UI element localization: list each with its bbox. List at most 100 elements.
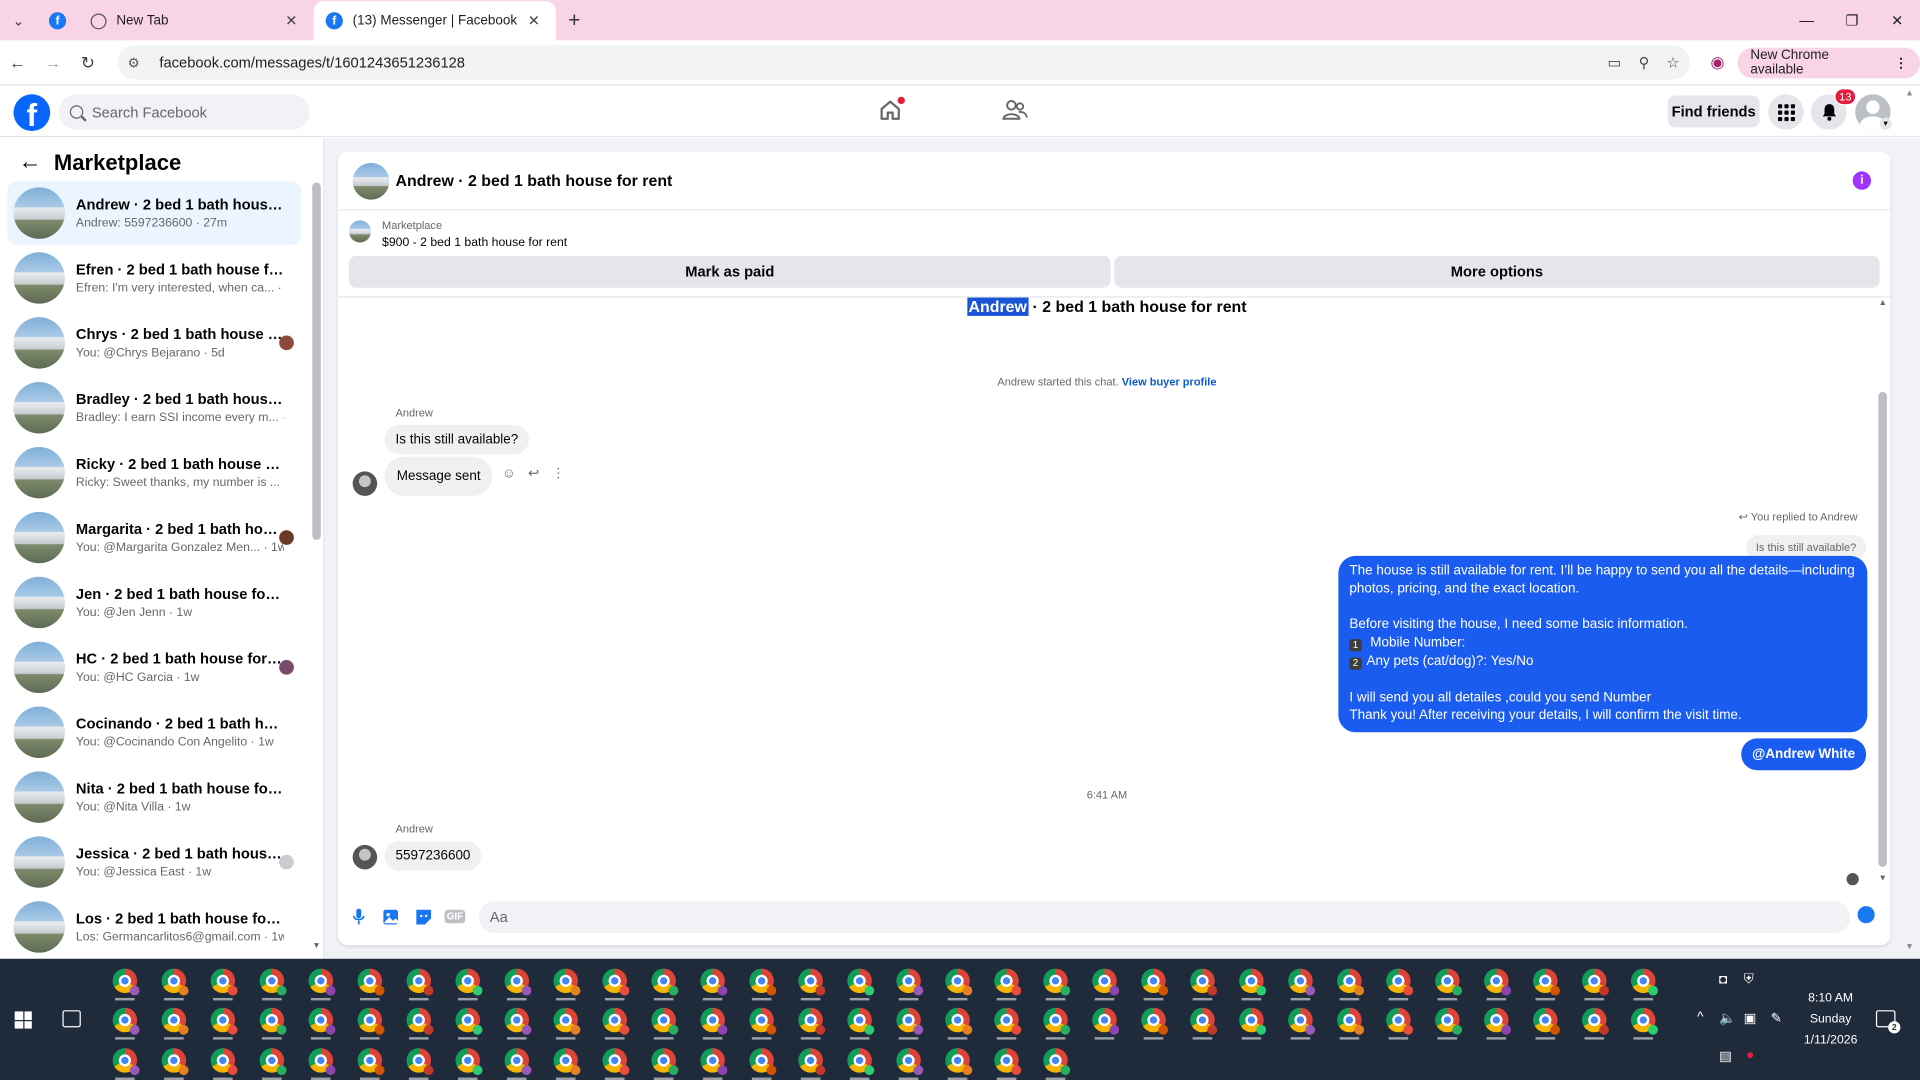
taskbar-chrome-window-icon[interactable] <box>1479 1003 1513 1040</box>
taskbar-chrome-window-icon[interactable] <box>402 1003 436 1040</box>
view-buyer-profile-link[interactable]: View buyer profile <box>1122 376 1217 388</box>
taskbar-chrome-window-icon[interactable] <box>598 1003 632 1040</box>
sticker-icon[interactable] <box>414 907 432 925</box>
taskbar-chrome-window-icon[interactable] <box>549 1003 583 1040</box>
restore-icon[interactable]: ❐ <box>1829 0 1874 40</box>
taskbar-chrome-window-icon[interactable] <box>206 964 240 1001</box>
taskbar-chrome-window-icon[interactable] <box>255 1043 289 1080</box>
taskbar-chrome-window-icon[interactable] <box>108 1043 142 1080</box>
bookmark-star-icon[interactable]: ☆ <box>1666 54 1679 71</box>
listing-price[interactable]: $900 - 2 bed 1 bath house for rent <box>382 236 567 249</box>
taskbar-chrome-window-icon[interactable] <box>500 964 534 1001</box>
taskbar-chrome-window-icon[interactable] <box>1577 1003 1611 1040</box>
listing-thumbnail[interactable] <box>352 162 390 199</box>
conversation-item[interactable]: Efren · 2 bed 1 bath house for rent Efre… <box>7 246 301 310</box>
tab-messenger[interactable]: f (13) Messenger | Facebook ✕ <box>313 1 556 41</box>
outgoing-message[interactable]: The house is still available for rent. I… <box>1338 555 1868 733</box>
pen-icon[interactable]: ✎ <box>1771 1010 1782 1026</box>
more-options-button[interactable]: More options <box>1114 255 1880 288</box>
photo-icon[interactable] <box>382 907 400 925</box>
pinned-facebook-tab[interactable]: f <box>37 1 79 40</box>
taskbar-chrome-window-icon[interactable] <box>744 1003 778 1040</box>
conversation-item[interactable]: Jen · 2 bed 1 bath house for rent You: @… <box>7 571 301 635</box>
taskbar-chrome-window-icon[interactable] <box>1234 964 1268 1001</box>
emoji-icon[interactable] <box>1857 906 1875 924</box>
chevron-up-icon[interactable]: ^ <box>1697 1010 1703 1025</box>
taskbar-chrome-window-icon[interactable] <box>1038 964 1072 1001</box>
taskbar-chrome-window-icon[interactable] <box>402 1043 436 1080</box>
taskbar-chrome-window-icon[interactable] <box>842 1003 876 1040</box>
scroll-down-arrow-icon[interactable]: ▼ <box>1878 874 1886 883</box>
incoming-message[interactable]: Message sent <box>384 456 493 496</box>
conversation-item[interactable]: Cocinando · 2 bed 1 bath house ... You: … <box>7 700 301 764</box>
taskbar-chrome-window-icon[interactable] <box>500 1003 534 1040</box>
taskbar-chrome-window-icon[interactable] <box>696 964 730 1001</box>
scroll-up-arrow-icon[interactable]: ▲ <box>1878 299 1886 308</box>
search-input[interactable]: Search Facebook <box>58 94 310 130</box>
conversation-item[interactable]: Los · 2 bed 1 bath house for rent Los: G… <box>7 895 301 959</box>
chevron-down-icon[interactable]: ▾ <box>1879 117 1892 130</box>
site-info-icon[interactable]: ⚙ <box>128 54 150 71</box>
conversation-item[interactable]: Chrys · 2 bed 1 bath house for... You: @… <box>7 311 301 375</box>
taskbar-chrome-window-icon[interactable] <box>1381 1003 1415 1040</box>
profile-icon[interactable]: ◉ <box>1699 53 1735 73</box>
display-icon[interactable]: ▤ <box>1719 1048 1732 1064</box>
conversation-item[interactable]: Margarita · 2 bed 1 bath hous... You: @M… <box>7 506 301 570</box>
conversation-item[interactable]: Jessica · 2 bed 1 bath house f... You: @… <box>7 830 301 894</box>
taskbar-chrome-window-icon[interactable] <box>647 1043 681 1080</box>
taskbar-chrome-window-icon[interactable] <box>891 964 925 1001</box>
taskbar-chrome-window-icon[interactable] <box>206 1043 240 1080</box>
menu-grid-icon[interactable] <box>1768 94 1804 130</box>
new-tab-plus-icon[interactable]: + <box>556 1 593 40</box>
facebook-logo-icon[interactable]: f <box>13 94 51 132</box>
chat-scrollbar[interactable] <box>1878 391 1887 867</box>
taskbar-chrome-window-icon[interactable] <box>744 964 778 1001</box>
more-dots-icon[interactable]: ⋮ <box>552 465 565 482</box>
recording-icon[interactable]: ● <box>1746 1048 1754 1063</box>
taskbar-chrome-window-icon[interactable] <box>304 1003 338 1040</box>
gif-icon[interactable]: GIF <box>444 907 466 925</box>
taskbar-chrome-window-icon[interactable] <box>451 964 485 1001</box>
zoom-icon[interactable]: ⚲ <box>1639 54 1650 71</box>
windows-start-icon[interactable] <box>14 1011 32 1029</box>
taskbar-chrome-window-icon[interactable] <box>598 1043 632 1080</box>
taskbar-chrome-window-icon[interactable] <box>1185 1003 1219 1040</box>
taskbar-chrome-window-icon[interactable] <box>1381 964 1415 1001</box>
taskbar-chrome-window-icon[interactable] <box>1626 964 1660 1001</box>
reload-icon[interactable]: ↻ <box>70 45 105 81</box>
taskbar-chrome-window-icon[interactable] <box>206 1003 240 1040</box>
chat-title[interactable]: Andrew · 2 bed 1 bath house for rent <box>396 171 673 189</box>
address-bar[interactable]: ⚙ facebook.com/messages/t/16012436512361… <box>117 45 1690 80</box>
info-icon[interactable]: i <box>1852 171 1872 190</box>
close-window-icon[interactable]: ✕ <box>1875 0 1920 40</box>
taskbar-clock[interactable]: 8:10 AM Sunday 1/11/2026 <box>1794 988 1867 1050</box>
back-arrow-icon[interactable]: ← <box>18 149 41 176</box>
taskbar-chrome-window-icon[interactable] <box>304 964 338 1001</box>
taskbar-chrome-window-icon[interactable] <box>1332 1003 1366 1040</box>
taskbar-chrome-window-icon[interactable] <box>549 964 583 1001</box>
minimize-icon[interactable]: — <box>1784 0 1829 40</box>
find-friends-button[interactable]: Find friends <box>1667 95 1760 128</box>
taskbar-chrome-window-icon[interactable] <box>1332 964 1366 1001</box>
taskbar-chrome-window-icon[interactable] <box>1136 1003 1170 1040</box>
scroll-down-arrow-icon[interactable]: ▼ <box>312 942 320 951</box>
taskbar-chrome-window-icon[interactable] <box>1626 1003 1660 1040</box>
back-arrow-icon[interactable]: ← <box>0 45 35 81</box>
taskbar-chrome-window-icon[interactable] <box>353 1003 387 1040</box>
conversation-item[interactable]: HC · 2 bed 1 bath house for re... You: @… <box>7 636 301 700</box>
taskbar-chrome-window-icon[interactable] <box>108 1003 142 1040</box>
close-tab-icon[interactable]: ✕ <box>282 12 302 29</box>
taskbar-chrome-window-icon[interactable] <box>1234 1003 1268 1040</box>
incoming-message[interactable]: Is this still available? <box>384 424 530 455</box>
taskbar-chrome-window-icon[interactable] <box>1038 1003 1072 1040</box>
taskbar-chrome-window-icon[interactable] <box>842 1043 876 1080</box>
taskbar-chrome-window-icon[interactable] <box>842 964 876 1001</box>
taskbar-chrome-window-icon[interactable] <box>402 964 436 1001</box>
close-tab-icon[interactable]: ✕ <box>524 12 544 29</box>
taskbar-chrome-window-icon[interactable] <box>1577 964 1611 1001</box>
taskbar-chrome-window-icon[interactable] <box>744 1043 778 1080</box>
mark-as-paid-button[interactable]: Mark as paid <box>348 255 1111 288</box>
conversation-item[interactable]: Ricky · 2 bed 1 bath house for re... Ric… <box>7 441 301 505</box>
notification-center-icon[interactable]: 2 <box>1875 1010 1901 1034</box>
taskbar-chrome-window-icon[interactable] <box>940 964 974 1001</box>
